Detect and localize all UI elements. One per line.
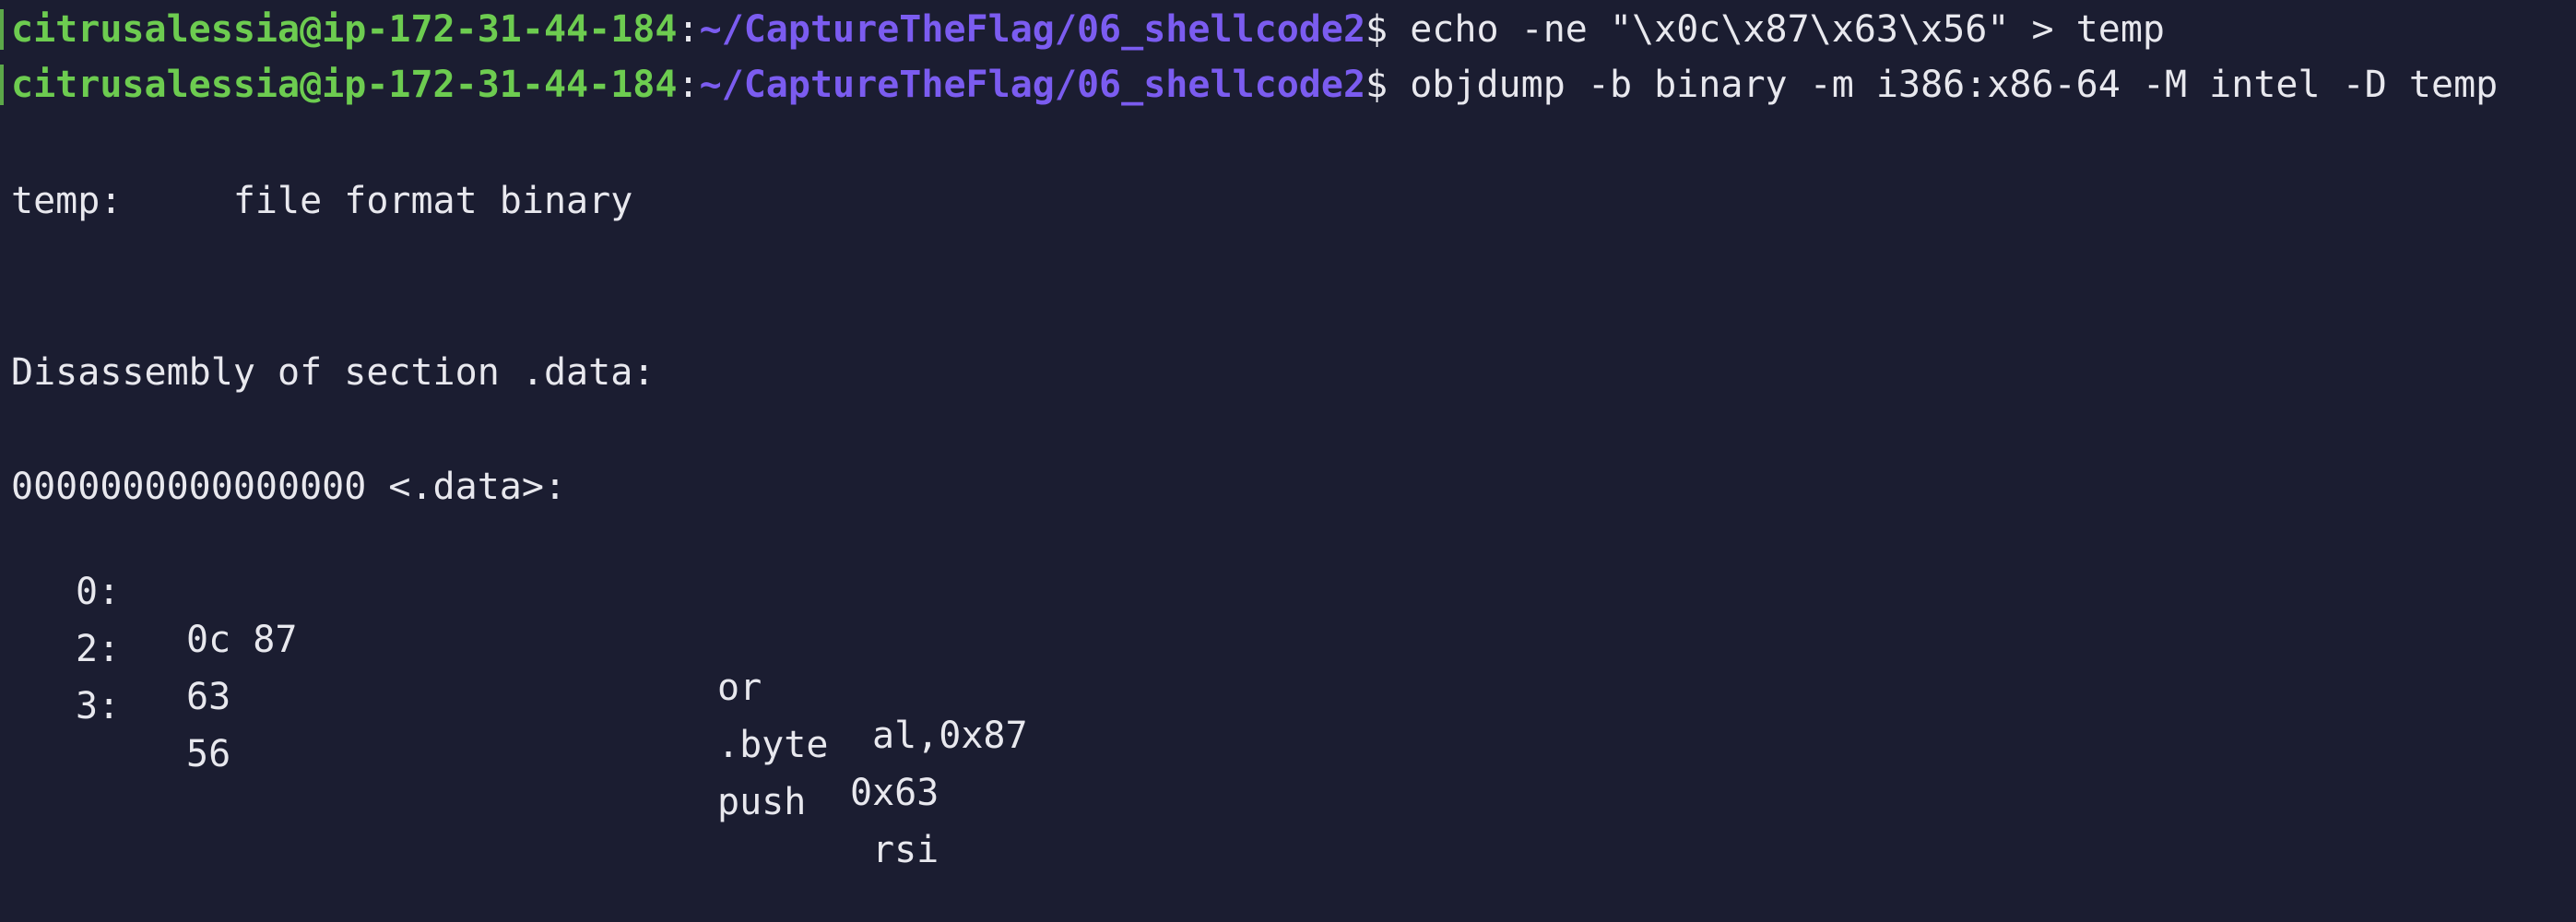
prompt-dollar: $	[1365, 8, 1388, 51]
prompt-user-host: citrusalessia@ip-172-31-44-184	[11, 64, 678, 106]
command-text[interactable]: objdump -b binary -m i386:x86-64 -M inte…	[1388, 64, 2498, 106]
instruction-row: 2: 63 .byte 0x63	[11, 577, 1117, 814]
prompt-separator: :	[677, 8, 700, 51]
prompt-line-2: citrusalessia@ip-172-31-44-184:~/Capture…	[11, 61, 2498, 109]
symbol-line: 0000000000000000 <.data>:	[11, 466, 567, 508]
instruction-row: 0: 0c 87 or al,0x87	[11, 520, 1117, 757]
instruction-mnemonic: .byte	[717, 724, 829, 766]
prompt-path: ~/CaptureTheFlag/06_shellcode2	[699, 64, 1366, 106]
disassembly-header: Disassembly of section .data:	[11, 351, 656, 394]
instruction-operands: al,0x87	[872, 715, 1028, 757]
file-format-line: temp: file format binary	[11, 180, 633, 222]
instruction-row: 3: 56 push rsi	[11, 634, 1117, 871]
prompt-dollar: $	[1365, 64, 1388, 106]
prompt-user-host: citrusalessia@ip-172-31-44-184	[11, 8, 678, 51]
command-text[interactable]: echo -ne "\x0c\x87\x63\x56" > temp	[1388, 8, 2165, 51]
line-marker	[0, 65, 4, 105]
terminal-window[interactable]: citrusalessia@ip-172-31-44-184:~/Capture…	[0, 0, 2576, 871]
line-marker	[0, 9, 4, 50]
prompt-line-1: citrusalessia@ip-172-31-44-184:~/Capture…	[11, 6, 2165, 53]
instruction-operands: rsi	[872, 829, 939, 871]
instruction-bytes: 56	[186, 733, 231, 775]
instruction-operands: 0x63	[850, 772, 939, 814]
prompt-path: ~/CaptureTheFlag/06_shellcode2	[699, 8, 1366, 51]
prompt-separator: :	[677, 64, 700, 106]
instruction-mnemonic: push	[717, 781, 807, 823]
